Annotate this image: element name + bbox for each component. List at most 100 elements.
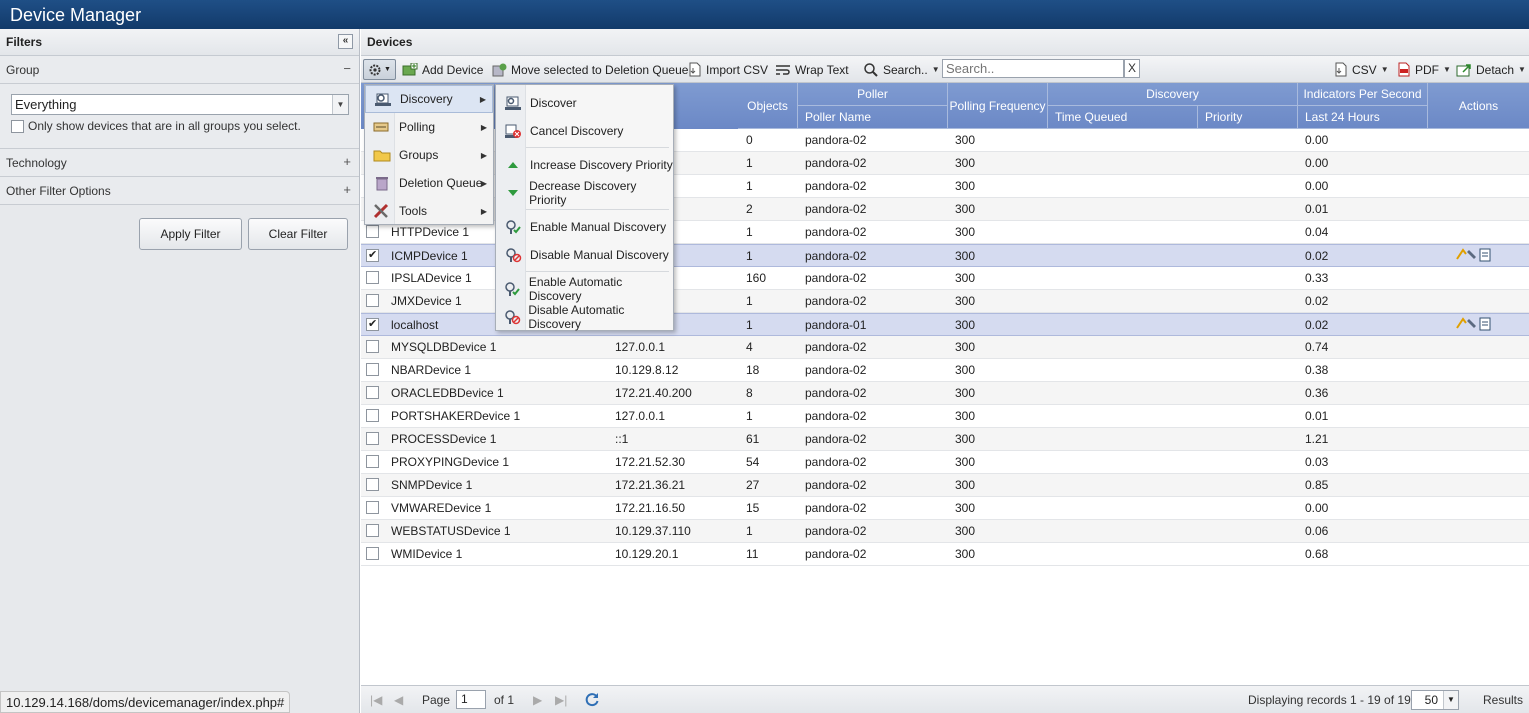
menu-item-tools[interactable]: Tools ▶ [365,197,493,225]
col-time-queued[interactable]: Time Queued [1048,106,1198,129]
menu-item-discovery[interactable]: Discovery ▶ [365,85,493,113]
submenu-item-cancel-discovery[interactable]: Cancel Discovery [496,117,673,145]
gear-context-menu: Discovery ▶ Polling ▶ Groups ▶ Deletion Queue ▶… [364,84,494,225]
col-last-24-hours[interactable]: Last 24 Hours [1298,106,1428,129]
row-checkbox[interactable] [366,294,379,307]
chevron-down-icon: ▼ [1380,65,1389,74]
folder-icon [365,147,399,163]
pdf-export-button[interactable]: PDF ▼ [1397,60,1451,79]
search-icon [864,62,878,77]
col-polling-frequency[interactable]: Polling Frequency [948,83,1048,129]
submenu-item-decrease-discovery-priority[interactable]: Decrease Discovery Priority [496,179,673,207]
table-row[interactable]: ORACLEDBDevice 1 172.21.40.200 8 pandora-02… [361,382,1529,405]
row-checkbox[interactable] [366,409,379,422]
menu-item-groups[interactable]: Groups ▶ [365,141,493,169]
submenu-item-disable-manual-discovery[interactable]: Disable Manual Discovery [496,241,673,269]
device-ip: 127.0.0.1 [615,409,666,423]
actions-icons[interactable] [1455,316,1491,332]
row-checkbox[interactable] [366,455,379,468]
table-row[interactable]: PROCESSDevice 1::1 61 pandora-02 300 1.21 [361,428,1529,451]
discover-icon [496,95,530,111]
table-row[interactable]: WMIDevice 1 10.129.20.1 11 pandora-02 300 0.6… [361,543,1529,566]
menu-item-deletion-queue[interactable]: Deletion Queue ▶ [365,169,493,197]
wrap-text-button[interactable]: Wrap Text [775,60,849,79]
row-checkbox[interactable] [366,317,379,331]
next-page-icon[interactable]: ▶ [533,693,542,707]
row-checkbox[interactable] [366,478,379,491]
group-select[interactable]: Everything ▼ [11,94,349,115]
chevron-down-icon[interactable]: ▼ [332,95,348,114]
indicators-last-24h: 0.02 [1305,294,1329,308]
row-checkbox[interactable] [366,547,379,560]
col-priority[interactable]: Priority [1198,106,1298,129]
other-filter-section-header[interactable]: Other Filter Options + [0,177,359,205]
indicators-last-24h: 0.74 [1305,340,1329,354]
col-poller-name[interactable]: Poller Name [798,106,948,129]
device-objects: 54 [746,455,760,469]
prev-page-icon[interactable]: ◀ [394,693,403,707]
row-checkbox[interactable] [366,271,379,284]
gear-menu-button[interactable]: ▼ [363,59,396,80]
collapse-panel-button[interactable]: « [338,34,353,49]
table-row[interactable]: WEBSTATUSDevice 1 10.129.37.110 1 pandora-0… [361,520,1529,543]
menu-item-polling[interactable]: Polling ▶ [365,113,493,141]
expand-plus-icon[interactable]: + [343,182,351,197]
group-section-header[interactable]: Group − [0,56,359,84]
table-row[interactable]: PORTSHAKERDevice 1 127.0.0.1 1 pandora-02 30… [361,405,1529,428]
submenu-item-enable-manual-discovery[interactable]: Enable Manual Discovery [496,213,673,241]
submenu-item-disable-automatic-discovery[interactable]: Disable Automatic Discovery [496,303,673,331]
search-clear-button[interactable]: X [1124,59,1140,78]
clear-filter-button[interactable]: Clear Filter [248,218,348,250]
detach-button[interactable]: Detach ▼ [1456,60,1526,79]
results-per-page-select[interactable]: 50 ▼ [1411,690,1459,710]
apply-filter-button[interactable]: Apply Filter [139,218,242,250]
indicators-last-24h: 0.01 [1305,409,1329,423]
only-show-row[interactable]: Only show devices that are in all groups… [11,119,348,133]
table-row[interactable]: NBARDevice 1 10.129.8.12 18 pandora-02 300 0.… [361,359,1529,382]
csv-export-button[interactable]: CSV ▼ [1334,60,1389,79]
row-checkbox[interactable] [366,524,379,537]
submenu-item-enable-automatic-discovery[interactable]: Enable Automatic Discovery [496,275,673,303]
col-objects[interactable]: Objects [738,83,798,129]
import-csv-button[interactable]: Import CSV [688,60,768,79]
last-page-icon[interactable]: ▶| [555,693,567,707]
row-actions[interactable] [1455,316,1491,332]
device-objects: 1 [746,409,753,423]
table-row[interactable]: VMWAREDevice 1 172.21.16.50 15 pandora-02 30… [361,497,1529,520]
search-menu-button[interactable]: Search.. ▼ [863,60,940,79]
submenu-item-discover[interactable]: Discover [496,89,673,117]
table-row[interactable]: SNMPDevice 1 172.21.36.21 27 pandora-02 300 0… [361,474,1529,497]
row-actions[interactable] [1455,247,1491,263]
device-name: VMWAREDevice 1 [391,501,492,515]
submenu-item-increase-discovery-priority[interactable]: Increase Discovery Priority [496,151,673,179]
row-checkbox[interactable] [366,386,379,399]
row-checkbox[interactable] [366,340,379,353]
add-device-button[interactable]: Add Device [402,60,483,79]
menu-item-label: Enable Automatic Discovery [528,275,623,303]
search-input[interactable] [942,59,1124,78]
collapse-minus-icon[interactable]: − [343,61,351,76]
row-checkbox[interactable] [366,363,379,376]
page-number-input[interactable]: 1 [456,690,486,709]
expand-plus-icon[interactable]: + [343,154,351,169]
menu-item-label: Tools [399,204,428,218]
actions-icons[interactable] [1455,247,1491,263]
table-row[interactable]: PROXYPINGDevice 1 172.21.52.30 54 pandora-0… [361,451,1529,474]
device-name: PROXYPINGDevice 1 [391,455,510,469]
device-objects: 1 [746,524,753,538]
chevron-down-icon[interactable]: ▼ [1443,691,1458,709]
row-checkbox[interactable] [366,501,379,514]
row-checkbox[interactable] [366,248,379,262]
group-select-value: Everything [15,97,77,112]
csv-icon [1335,62,1347,77]
only-show-checkbox[interactable] [11,119,24,133]
refresh-icon[interactable] [584,691,600,710]
technology-section-header[interactable]: Technology + [0,149,359,177]
indicators-last-24h: 0.00 [1305,133,1329,147]
row-checkbox[interactable] [366,432,379,445]
row-checkbox[interactable] [366,225,379,238]
devices-toolbar: ▼ Add Device Move selected to Deletion Q… [361,56,1529,83]
table-row[interactable]: MYSQLDBDevice 1 127.0.0.1 4 pandora-02 300 0.… [361,336,1529,359]
move-deletion-queue-button[interactable]: Move selected to Deletion Queue [491,60,688,79]
first-page-icon[interactable]: |◀ [370,693,382,707]
